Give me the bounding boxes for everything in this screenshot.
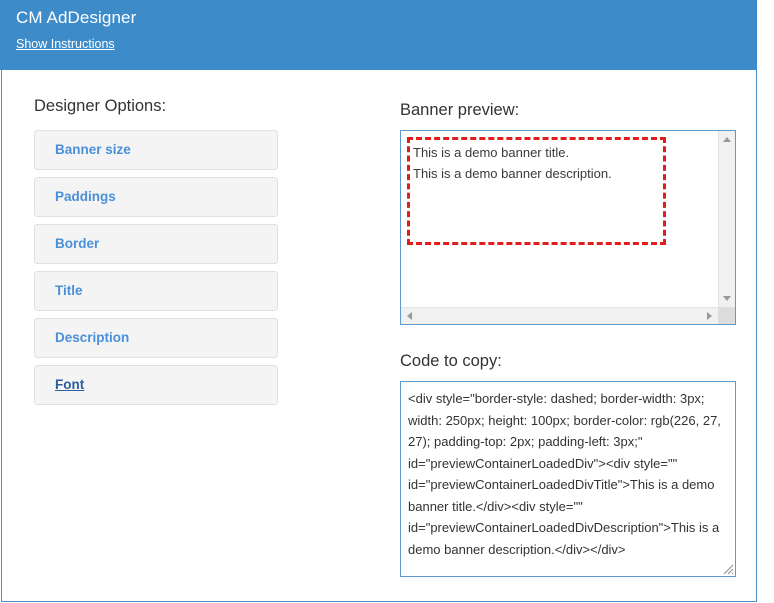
code-textarea-wrapper: <div style="border-style: dashed; border…: [400, 381, 736, 577]
banner-description-text: This is a demo banner description.: [413, 166, 612, 181]
designer-options-accordion: Banner size Paddings Border Title Descri…: [34, 130, 278, 405]
accordion-item-paddings[interactable]: Paddings: [34, 177, 278, 217]
accordion-label-description: Description: [55, 330, 130, 345]
banner-title-text: This is a demo banner title.: [413, 145, 570, 160]
code-textarea[interactable]: <div style="border-style: dashed; border…: [400, 381, 736, 577]
app-title: CM AdDesigner: [16, 8, 137, 27]
accordion-item-title[interactable]: Title: [34, 271, 278, 311]
code-to-copy-heading: Code to copy:: [400, 352, 502, 370]
scroll-up-arrow-icon[interactable]: [723, 137, 731, 142]
content-panel: Designer Options: Banner size Paddings B…: [1, 70, 757, 602]
banner-preview-container[interactable]: This is a demo banner title. This is a d…: [400, 130, 736, 325]
accordion-label-font: Font: [55, 377, 85, 392]
accordion-item-banner-size[interactable]: Banner size: [34, 130, 278, 170]
preview-and-code-column: Banner preview: This is a demo banner ti…: [400, 100, 736, 577]
banner-preview-heading: Banner preview:: [400, 101, 520, 119]
accordion-label-title: Title: [55, 283, 83, 298]
show-instructions-link[interactable]: Show Instructions: [16, 37, 115, 52]
preview-horizontal-scrollbar[interactable]: [401, 307, 718, 324]
accordion-item-description[interactable]: Description: [34, 318, 278, 358]
scroll-left-arrow-icon[interactable]: [407, 312, 412, 320]
app-page: CM AdDesigner Show Instructions Designer…: [0, 0, 774, 603]
accordion-label-banner-size: Banner size: [55, 142, 131, 157]
accordion-item-font[interactable]: Font: [34, 365, 278, 405]
scroll-down-arrow-icon[interactable]: [723, 296, 731, 301]
accordion-label-paddings: Paddings: [55, 189, 116, 204]
banner-preview-box: This is a demo banner title. This is a d…: [407, 137, 666, 245]
banner-preview-viewport: This is a demo banner title. This is a d…: [401, 131, 718, 307]
app-header: CM AdDesigner Show Instructions: [0, 0, 757, 70]
designer-options-heading: Designer Options:: [34, 97, 167, 115]
designer-options-column: Designer Options: Banner size Paddings B…: [34, 96, 278, 412]
scroll-right-arrow-icon[interactable]: [707, 312, 712, 320]
preview-vertical-scrollbar[interactable]: [718, 131, 735, 307]
accordion-item-border[interactable]: Border: [34, 224, 278, 264]
accordion-label-border: Border: [55, 236, 100, 251]
code-section: Code to copy: <div style="border-style: …: [400, 351, 736, 577]
scrollbar-corner: [718, 307, 735, 324]
